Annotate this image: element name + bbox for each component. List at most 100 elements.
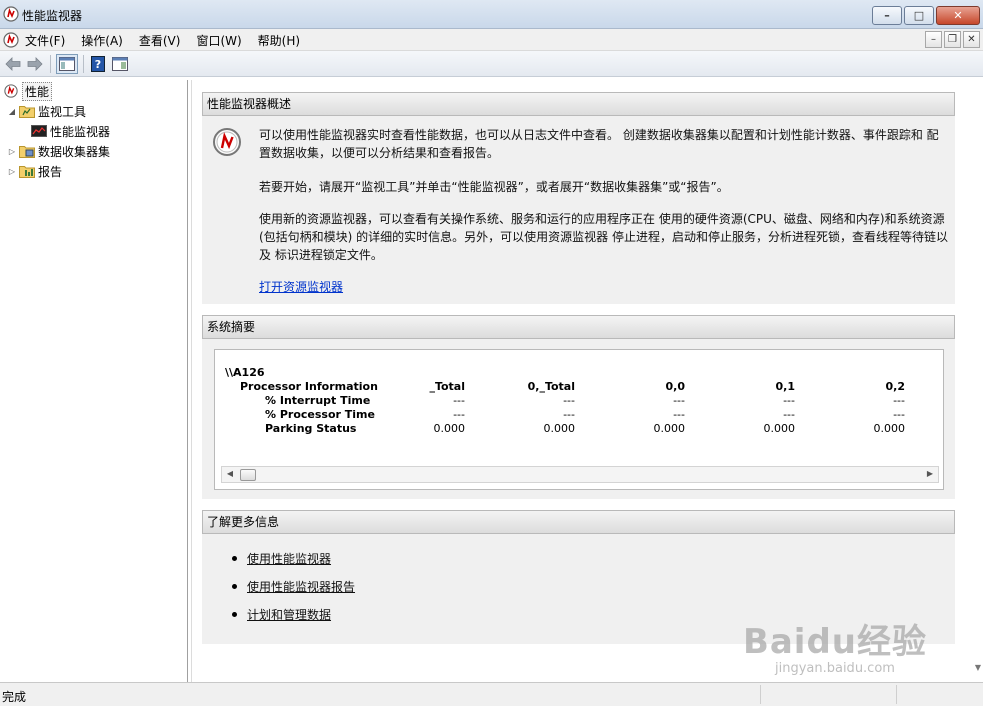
menu-bar: 文件(F) 操作(A) 查看(V) 窗口(W) 帮助(H) – ❐ ✕	[0, 29, 983, 51]
content-pane: 性能监视器概述 可以使用性能监视器实时查看性能数据，也可以从日志文件中查看。 创…	[191, 80, 983, 682]
title-bar: 性能监视器 – □ ✕	[0, 0, 983, 29]
overview-paragraph-3: 使用新的资源监视器，可以查看有关操作系统、服务和运行的应用程序正在 使用的硬件资…	[259, 212, 948, 262]
mdi-close-button[interactable]: ✕	[963, 31, 980, 48]
counter-value: ---	[453, 408, 465, 421]
menu-file[interactable]: 文件(F)	[25, 32, 73, 49]
toolbar: ?	[0, 51, 983, 77]
tree-label: 性能监视器	[50, 124, 111, 139]
summary-horizontal-scrollbar[interactable]: ◀ ▶	[221, 466, 939, 483]
table-row: % Interrupt Time --- --- --- --- ---	[225, 394, 925, 408]
list-item: 使用性能监视器报告	[232, 578, 355, 595]
counter-value: 0.000	[433, 422, 466, 435]
navigation-tree: 性能 ◢ 监视工具 性能监视器 ▷ 数据收集器集 ▷ 报告	[0, 80, 188, 682]
menu-help[interactable]: 帮助(H)	[258, 32, 308, 49]
overview-section: 性能监视器概述 可以使用性能监视器实时查看性能数据，也可以从日志文件中查看。 创…	[202, 92, 955, 304]
scrollbar-thumb[interactable]	[240, 469, 256, 481]
counter-value: ---	[673, 394, 685, 407]
mdi-minimize-button[interactable]: –	[925, 31, 942, 48]
summary-header: 系统摘要	[202, 315, 955, 339]
svg-text:?: ?	[95, 58, 101, 71]
bullet-icon	[232, 612, 237, 617]
help-book-icon: ?	[91, 56, 105, 72]
chart-monitor-icon	[31, 125, 47, 137]
scroll-down-arrow-icon[interactable]: ▼	[975, 663, 981, 672]
using-perfmon-reports-link[interactable]: 使用性能监视器报告	[247, 578, 355, 595]
table-row: % Processor Time --- --- --- --- ---	[225, 408, 925, 422]
column-header: 0,_Total	[527, 380, 575, 393]
forward-arrow-icon	[27, 57, 43, 71]
counter-value: ---	[563, 394, 575, 407]
tree-item-data-collector-sets[interactable]: ▷ 数据收集器集	[7, 142, 110, 160]
counter-value: 0.000	[543, 422, 576, 435]
close-button[interactable]: ✕	[936, 6, 980, 25]
baidu-watermark: Baidu经验 jingyan.baidu.com	[743, 614, 927, 676]
expand-triangle-icon[interactable]: ▷	[7, 167, 17, 176]
column-header: 0,0	[665, 380, 686, 393]
tree-item-monitoring-tools[interactable]: ◢ 监视工具	[7, 102, 86, 120]
status-bar: 完成	[0, 682, 983, 706]
show-hide-tree-button[interactable]	[56, 54, 78, 74]
toolbar-separator	[83, 55, 84, 73]
expand-triangle-icon[interactable]: ▷	[7, 147, 17, 156]
system-summary-section: 系统摘要 \\A126 Processor Information _Total…	[202, 315, 955, 499]
list-item: 使用性能监视器	[232, 550, 331, 567]
help-button[interactable]: ?	[88, 54, 108, 74]
show-action-pane-button[interactable]	[110, 54, 130, 74]
open-resource-monitor-link[interactable]: 打开资源监视器	[259, 278, 343, 296]
counter-name: % Processor Time	[265, 408, 375, 421]
counter-value: ---	[453, 394, 465, 407]
watermark-url: jingyan.baidu.com	[774, 661, 895, 676]
tree-item-performance[interactable]: 性能	[3, 81, 53, 101]
counter-name: Parking Status	[265, 422, 357, 435]
minimize-button[interactable]: –	[872, 6, 902, 25]
column-header: _Total	[429, 380, 465, 393]
back-arrow-icon	[5, 57, 21, 71]
perfmon-root-icon	[4, 84, 18, 98]
summary-panel: \\A126 Processor Information _Total 0,_T…	[214, 349, 944, 490]
counter-value: ---	[893, 394, 905, 407]
forward-button[interactable]	[25, 54, 45, 74]
counter-value: ---	[563, 408, 575, 421]
counter-value: ---	[893, 408, 905, 421]
counter-object: Processor Information	[240, 380, 378, 393]
mdi-restore-button[interactable]: ❐	[944, 31, 961, 48]
bullet-icon	[232, 556, 237, 561]
scroll-left-arrow-icon[interactable]: ◀	[224, 469, 236, 478]
tree-label: 监视工具	[38, 104, 87, 119]
tree-item-reports[interactable]: ▷ 报告	[7, 162, 62, 180]
menu-action[interactable]: 操作(A)	[81, 32, 131, 49]
perfmon-large-icon	[213, 128, 241, 156]
collector-sets-icon	[19, 146, 35, 158]
toolbar-separator	[50, 55, 51, 73]
column-header: 0,2	[885, 380, 906, 393]
back-button[interactable]	[3, 54, 23, 74]
overview-paragraph-2: 若要开始，请展开“监视工具”并单击“性能监视器”，或者展开“数据收集器集”或“报…	[259, 180, 729, 194]
perfmon-menu-icon[interactable]	[3, 32, 19, 48]
tree-item-performance-monitor[interactable]: 性能监视器	[29, 122, 110, 140]
counter-value: 0.000	[653, 422, 686, 435]
action-pane-icon	[112, 57, 128, 71]
watermark-logo-text: Baidu经验	[742, 622, 927, 662]
menu-view[interactable]: 查看(V)	[139, 32, 189, 49]
status-panel	[760, 685, 761, 704]
overview-header: 性能监视器概述	[202, 92, 955, 116]
tree-label: 性能	[22, 81, 53, 101]
status-text: 完成	[2, 690, 27, 704]
schedule-manage-data-link[interactable]: 计划和管理数据	[247, 606, 331, 623]
counter-value: 0.000	[763, 422, 796, 435]
maximize-button[interactable]: □	[904, 6, 934, 25]
scroll-right-arrow-icon[interactable]: ▶	[924, 469, 936, 478]
using-perfmon-link[interactable]: 使用性能监视器	[247, 550, 331, 567]
tree-label: 数据收集器集	[38, 144, 111, 159]
tree-label: 报告	[38, 164, 63, 179]
collapse-triangle-icon[interactable]: ◢	[7, 107, 17, 116]
counter-value: ---	[783, 408, 795, 421]
folder-chart-icon	[19, 106, 35, 118]
reports-icon	[19, 166, 35, 178]
counter-value: 0.000	[873, 422, 906, 435]
console-tree-icon	[59, 57, 75, 71]
counter-value: ---	[783, 394, 795, 407]
list-item: 计划和管理数据	[232, 606, 331, 623]
learn-more-header: 了解更多信息	[202, 510, 955, 534]
menu-window[interactable]: 窗口(W)	[196, 32, 249, 49]
